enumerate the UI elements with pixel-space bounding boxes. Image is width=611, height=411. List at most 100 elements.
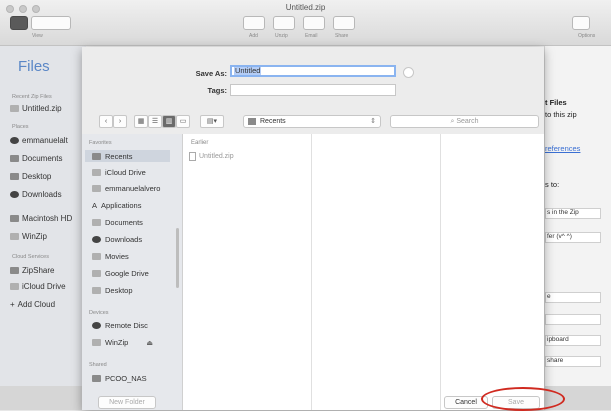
new-folder-button[interactable]: New Folder (98, 396, 156, 409)
favorite-icloud-drive[interactable]: iCloud Drive (92, 168, 146, 177)
cover-flow-button[interactable]: ▭ (176, 115, 190, 128)
favorite-movies[interactable]: Movies (92, 252, 129, 261)
rp-option-3[interactable]: e (545, 292, 601, 303)
downloads-icon (10, 191, 19, 198)
place-item-macintosh-hd[interactable]: Macintosh HD (10, 214, 72, 223)
cloud-header: Cloud Services (12, 254, 49, 260)
view-mode-icon[interactable] (31, 16, 71, 30)
downloads-icon (92, 236, 101, 243)
movies-icon (92, 253, 101, 260)
network-icon (92, 375, 101, 382)
forward-button[interactable]: › (113, 115, 127, 128)
favorite-home[interactable]: emmanuelalvero (92, 184, 160, 193)
toolbar-options-label: Options (578, 33, 596, 39)
zip-file-icon (10, 105, 19, 112)
toolbar-share-label: Share (335, 33, 349, 39)
column-view-button[interactable]: ▥ (162, 115, 176, 128)
home-icon (10, 137, 19, 144)
rp-option-2[interactable]: fer (v^ ^) (545, 232, 601, 243)
toolbar-unzip-label: Unzip (275, 33, 288, 39)
cloud-icon (10, 283, 19, 290)
documents-icon (10, 155, 19, 162)
cloud-icon (92, 169, 101, 176)
home-icon (92, 185, 101, 192)
rp-sub: to this zip (545, 110, 577, 119)
back-button[interactable]: ‹ (99, 115, 113, 128)
disc-icon (92, 322, 101, 329)
device-remote-disc[interactable]: Remote Disc (92, 321, 148, 330)
favorite-downloads[interactable]: Downloads (92, 235, 142, 244)
recent-header: Recent Zip Files (12, 94, 52, 100)
shared-header: Shared (89, 362, 107, 368)
favorite-recents[interactable]: Recents (85, 150, 170, 162)
add-icon[interactable] (243, 16, 265, 30)
popup-arrows-icon: ⇕ (370, 118, 376, 125)
favorite-documents[interactable]: Documents (92, 218, 143, 227)
rp-option-6[interactable]: share (545, 356, 601, 367)
window-title: Untitled.zip (285, 3, 326, 12)
toolbar-email-label: Email (305, 33, 318, 39)
right-panel: t Files to this zip references s to: s i… (544, 46, 611, 386)
dialog-sidebar: Favorites Recents iCloud Drive emmanuela… (82, 134, 183, 410)
tags-field[interactable] (230, 84, 396, 96)
title-bar: Untitled.zip View Add Unzip Email Share … (0, 0, 611, 46)
disk-icon (92, 339, 101, 346)
files-sidebar: Files Recent Zip Files Untitled.zip Plac… (0, 46, 86, 386)
place-item-documents[interactable]: Documents (10, 154, 62, 163)
place-item-home[interactable]: emmanuelalt (10, 136, 68, 145)
rp-preferences-link[interactable]: references (545, 144, 580, 153)
arrange-button[interactable]: ▤▾ (200, 115, 224, 128)
browser-column-2 (312, 134, 441, 410)
cloud-icon (10, 267, 19, 274)
icon-view-button[interactable]: ▦ (134, 115, 148, 128)
recents-icon (92, 152, 101, 160)
unzip-icon[interactable] (273, 16, 295, 30)
eject-icon[interactable]: ⏏ (146, 339, 153, 347)
rp-option-1[interactable]: s in the Zip (545, 208, 601, 219)
place-item-winzip[interactable]: WinZip (10, 232, 47, 241)
toolbar-view-label: View (32, 33, 43, 39)
folder-icon (248, 118, 256, 125)
options-icon[interactable] (572, 16, 590, 30)
rp-option-4[interactable] (545, 314, 601, 325)
file-item[interactable]: Untitled.zip (189, 152, 234, 161)
favorite-applications[interactable]: A Applications (92, 201, 141, 210)
email-icon[interactable] (303, 16, 325, 30)
cloud-item-icloud[interactable]: iCloud Drive (10, 282, 66, 291)
zip-file-icon (189, 152, 196, 161)
save-dialog: Save As: Untitled Tags: ‹ › ▦ ☰ ▥ ▭ ▤▾ R… (82, 47, 544, 410)
cloud-item-add[interactable]: + Add Cloud (10, 300, 55, 309)
shared-pcoo-nas[interactable]: PCOO_NAS (92, 374, 147, 383)
devices-header: Devices (89, 310, 109, 316)
cloud-item-zipshare[interactable]: ZipShare (10, 266, 54, 275)
place-item-desktop[interactable]: Desktop (10, 172, 51, 181)
documents-icon (92, 219, 101, 226)
rp-option-5[interactable]: ipboard (545, 335, 601, 346)
expand-dialog-button[interactable] (403, 67, 414, 78)
recent-item[interactable]: Untitled.zip (10, 104, 62, 113)
rp-title: t Files (545, 98, 567, 107)
place-item-downloads[interactable]: Downloads (10, 190, 62, 199)
column-header: Earlier (191, 140, 209, 146)
sidebar-toggle-icon[interactable] (10, 16, 28, 30)
save-as-field[interactable]: Untitled (230, 65, 396, 77)
disk-icon (10, 215, 19, 222)
toolbar-add-label: Add (249, 33, 258, 39)
search-field[interactable]: ⌕ Search (390, 115, 539, 128)
highlight-ring-annotation (481, 387, 565, 411)
sidebar-title: Files (18, 58, 50, 75)
folder-icon (92, 270, 101, 277)
favorite-google-drive[interactable]: Google Drive (92, 269, 149, 278)
applications-icon: A (92, 201, 98, 210)
share-icon[interactable] (333, 16, 355, 30)
location-popup[interactable]: Recents ⇕ (243, 115, 381, 128)
desktop-icon (10, 173, 19, 180)
desktop-icon (92, 287, 101, 294)
browser-column-1: Earlier Untitled.zip (183, 134, 312, 410)
tags-label: Tags: (207, 86, 227, 95)
favorite-desktop[interactable]: Desktop (92, 286, 133, 295)
plus-icon: + (10, 300, 15, 309)
list-view-button[interactable]: ☰ (148, 115, 162, 128)
sidebar-scrollbar[interactable] (176, 228, 179, 288)
device-winzip[interactable]: WinZip ⏏ (92, 338, 153, 347)
